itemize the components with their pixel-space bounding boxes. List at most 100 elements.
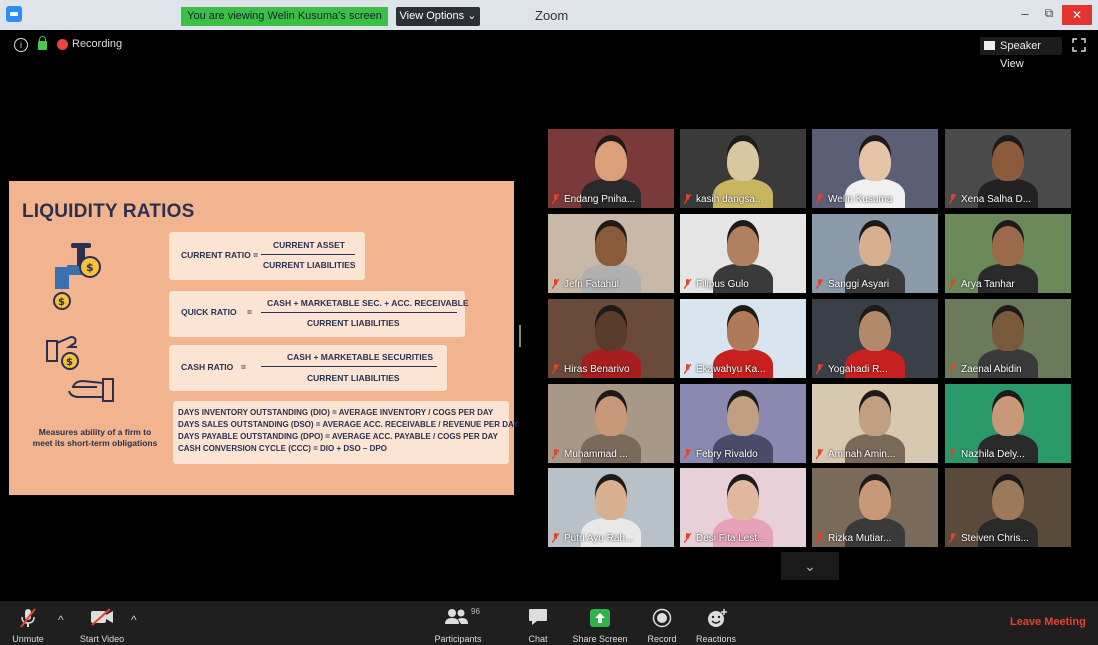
fullscreen-icon[interactable]	[1072, 38, 1086, 52]
participant-face	[992, 226, 1024, 266]
participant-tile[interactable]: Sanggi Asyari	[812, 214, 938, 293]
participant-tile[interactable]: Filipus Gulo	[680, 214, 806, 293]
participant-tile[interactable]: Arya Tanhar	[945, 214, 1071, 293]
participant-name: Putri Ayu Rah...	[564, 533, 634, 544]
participant-tile[interactable]: Steiven Chris...	[945, 468, 1071, 547]
encryption-lock-icon[interactable]	[38, 36, 47, 50]
muted-mic-icon	[949, 533, 956, 543]
view-options-button[interactable]: View Options ⌄	[396, 7, 480, 26]
dio-definition: DAYS INVENTORY OUTSTANDING (DIO) = AVERA…	[178, 408, 494, 417]
maximize-button[interactable]: ⧉	[1040, 6, 1058, 24]
start-video-label: Start Video	[79, 634, 125, 644]
muted-mic-icon	[684, 194, 691, 204]
participant-tile[interactable]: Putri Ayu Rah...	[548, 468, 674, 547]
participant-face	[595, 226, 627, 266]
participant-name: Desi Fita Lest...	[696, 533, 766, 544]
minimize-button[interactable]: –	[1016, 6, 1034, 24]
record-icon	[652, 608, 672, 628]
participant-name: Xena Salha D...	[961, 194, 1032, 205]
participant-tile[interactable]: Endang Pniha...	[548, 129, 674, 208]
muted-mic-icon	[816, 449, 823, 459]
muted-mic-icon	[816, 364, 823, 374]
muted-mic-icon	[949, 449, 956, 459]
start-video-button[interactable]: Start Video	[74, 601, 130, 645]
muted-mic-icon	[816, 279, 823, 289]
record-button[interactable]: Record	[642, 601, 682, 645]
slide-title: LIQUIDITY RATIOS	[22, 201, 195, 222]
participant-tile[interactable]: Hiras Benarivo	[548, 299, 674, 378]
participant-face	[727, 396, 759, 436]
participant-tile[interactable]: Muhammad ...	[548, 384, 674, 463]
leave-meeting-button[interactable]: Leave Meeting	[1010, 616, 1086, 628]
participant-tile[interactable]: Nazhila Dely...	[945, 384, 1071, 463]
current-ratio-fraction-line	[261, 254, 355, 255]
close-button[interactable]: ✕	[1062, 5, 1092, 25]
chat-button[interactable]: Chat	[520, 601, 556, 645]
hands-money-icon: $	[46, 335, 114, 402]
participant-tile[interactable]: Rizka Mutiar...	[812, 468, 938, 547]
gallery-next-page-button[interactable]: ⌄	[781, 552, 839, 580]
share-screen-icon	[590, 609, 610, 627]
muted-mic-icon	[552, 279, 559, 289]
muted-mic-icon	[552, 364, 559, 374]
reactions-icon	[708, 609, 727, 627]
participant-tile[interactable]: Febry Rivaldo	[680, 384, 806, 463]
participant-tile[interactable]: Aminah Amin...	[812, 384, 938, 463]
participant-face	[859, 141, 891, 181]
record-label: Record	[647, 634, 677, 644]
quick-ratio-numerator: CASH + MARKETABLE SEC. + ACC. RECEIVABLE	[267, 298, 469, 308]
participant-tile[interactable]: Yogahadi R...	[812, 299, 938, 378]
participant-name: Febry Rivaldo	[696, 449, 758, 460]
window-title-bar: You are viewing Welin Kusuma's screen Vi…	[0, 0, 1098, 30]
reactions-button[interactable]: Reactions	[692, 601, 740, 645]
window-title: Zoom	[535, 8, 569, 23]
dso-definition: DAYS SALES OUTSTANDING (DSO) = AVERAGE A…	[178, 420, 519, 429]
muted-mic-icon	[949, 364, 956, 374]
meeting-info-icon[interactable]: i	[14, 38, 28, 52]
participant-tile[interactable]: Welin Kusuma	[812, 129, 938, 208]
participant-face	[727, 311, 759, 351]
participant-name: Aminah Amin...	[828, 449, 896, 460]
participant-name: Nazhila Dely...	[961, 449, 1025, 460]
audio-options-caret[interactable]: ^	[58, 613, 64, 627]
recording-label: Recording	[72, 38, 123, 50]
liquidity-description: Measures ability of a firm to meet its s…	[20, 427, 170, 449]
participant-tile[interactable]: kasih dangsa...	[680, 129, 806, 208]
muted-mic-icon	[684, 533, 691, 543]
participant-tile[interactable]: Xena Salha D...	[945, 129, 1071, 208]
quick-ratio-box: QUICK RATIO = CASH + MARKETABLE SEC. + A…	[169, 291, 469, 337]
participant-name: Muhammad ...	[564, 449, 628, 460]
participant-name: Hiras Benarivo	[564, 364, 630, 375]
cash-ratio-box: CASH RATIO = CASH + MARKETABLE SECURITIE…	[169, 345, 447, 391]
participant-name: Endang Pniha...	[564, 194, 636, 205]
video-off-icon	[91, 608, 113, 626]
share-screen-button[interactable]: Share Screen	[570, 601, 630, 645]
screen-share-banner: You are viewing Welin Kusuma's screen	[181, 7, 388, 26]
zoom-app-icon	[6, 6, 22, 22]
participant-tile[interactable]: Desi Fita Lest...	[680, 468, 806, 547]
video-options-caret[interactable]: ^	[131, 613, 137, 627]
speaker-view-button[interactable]: Speaker View	[980, 37, 1062, 70]
participant-name: Arya Tanhar	[961, 279, 1015, 290]
recording-icon	[57, 39, 68, 50]
unmute-label: Unmute	[12, 634, 44, 644]
ccc-definition: CASH CONVERSION CYCLE (CCC) = DIO + DSO …	[178, 444, 387, 453]
microphone-muted-icon	[20, 608, 36, 628]
cash-ratio-equals: =	[241, 362, 246, 372]
participants-icon	[445, 609, 468, 624]
svg-text:$: $	[66, 357, 73, 368]
quick-ratio-label: QUICK RATIO	[181, 307, 237, 317]
quick-ratio-fraction-line	[261, 312, 457, 313]
current-ratio-label: CURRENT RATIO =	[181, 250, 259, 260]
panel-splitter-handle[interactable]	[519, 325, 521, 347]
muted-mic-icon	[552, 449, 559, 459]
participant-tile[interactable]: Zaenal Abidin	[945, 299, 1071, 378]
participant-face	[595, 396, 627, 436]
cash-cycle-definitions-box: DAYS INVENTORY OUTSTANDING (DIO) = AVERA…	[173, 401, 518, 464]
participant-tile[interactable]: Jefri Fatahul	[548, 214, 674, 293]
unmute-button[interactable]: Unmute	[2, 601, 54, 645]
participants-button[interactable]: 96 Participants	[426, 601, 490, 645]
participant-tile[interactable]: Ekawahyu Ka...	[680, 299, 806, 378]
participant-name: Zaenal Abidin	[961, 364, 1022, 375]
current-ratio-box: CURRENT RATIO = CURRENT ASSET CURRENT LI…	[169, 232, 365, 280]
